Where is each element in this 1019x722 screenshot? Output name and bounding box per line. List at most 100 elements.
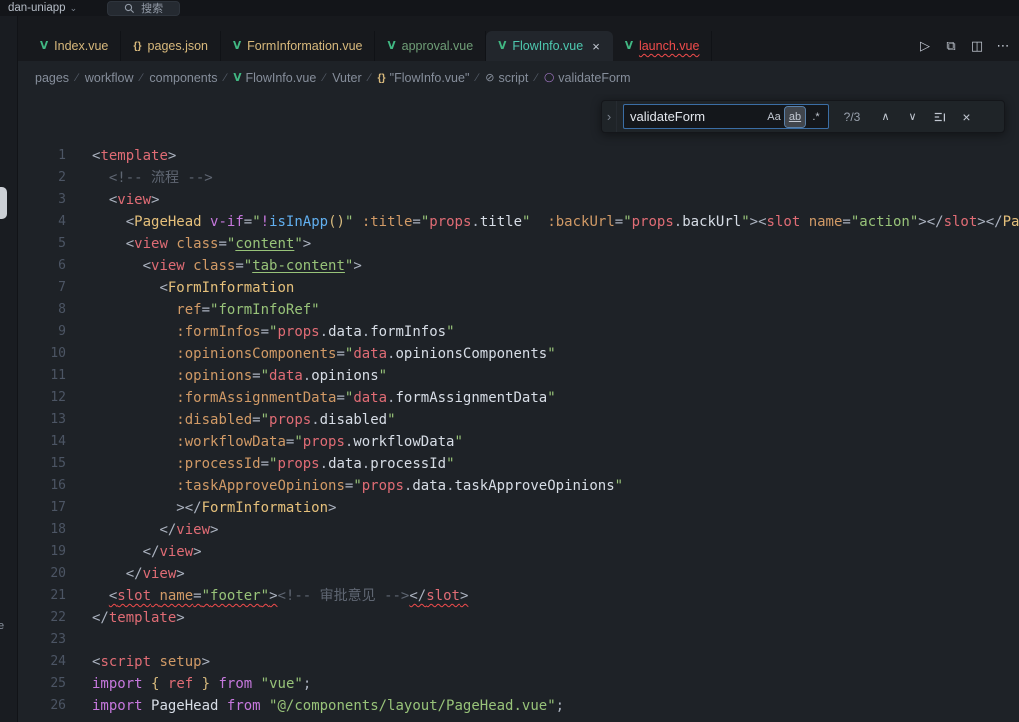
code-line[interactable]: 26import PageHead from "@/components/lay… [18, 695, 1019, 717]
find-close-button[interactable]: × [956, 106, 977, 127]
code-text[interactable]: </view> [66, 519, 218, 541]
code-text[interactable]: <FormInformation [66, 277, 294, 299]
line-number[interactable]: 19 [18, 541, 66, 563]
code-text[interactable]: ref="formInfoRef" [66, 299, 320, 321]
code-line[interactable]: 23 [18, 629, 1019, 651]
code-text[interactable]: :formAssignmentData="data.formAssignment… [66, 387, 556, 409]
code-text[interactable] [66, 629, 92, 651]
code-line[interactable]: 4 <PageHead v-if="!isInApp()" :title="pr… [18, 211, 1019, 233]
code-line[interactable]: 8 ref="formInfoRef" [18, 299, 1019, 321]
code-text[interactable]: <template> [66, 145, 176, 167]
code-text[interactable]: :disabled="props.disabled" [66, 409, 396, 431]
tab-flowinfo-vue[interactable]: VFlowInfo.vue× [486, 31, 613, 61]
line-number[interactable]: 1 [18, 145, 66, 167]
line-number[interactable]: 25 [18, 673, 66, 695]
line-number[interactable]: 17 [18, 497, 66, 519]
more-actions-button[interactable]: ⋯ [991, 38, 1015, 54]
line-number[interactable]: 23 [18, 629, 66, 651]
line-number[interactable]: 10 [18, 343, 66, 365]
breadcrumb-item[interactable]: components [149, 71, 217, 85]
code-text[interactable]: :opinions="data.opinions" [66, 365, 387, 387]
scroll-handle[interactable] [0, 187, 7, 219]
find-toggle-chevron[interactable]: › [602, 101, 617, 132]
line-number[interactable]: 26 [18, 695, 66, 717]
code-text[interactable]: import PageHead from "@/components/layou… [66, 695, 564, 717]
code-text[interactable]: <!-- 流程 --> [66, 167, 213, 189]
code-text[interactable]: </template> [66, 607, 185, 629]
run-button[interactable]: ▷ [913, 38, 937, 54]
line-number[interactable]: 4 [18, 211, 66, 233]
code-text[interactable]: </view> [66, 563, 185, 585]
code-text[interactable]: <view> [66, 189, 159, 211]
code-text[interactable]: <view class="content"> [66, 233, 311, 255]
line-number[interactable]: 21 [18, 585, 66, 607]
find-in-selection-button[interactable] [929, 106, 950, 127]
code-line[interactable]: 25import { ref } from "vue"; [18, 673, 1019, 695]
breadcrumb-item[interactable]: VFlowInfo.vue [233, 71, 316, 85]
line-number[interactable]: 11 [18, 365, 66, 387]
find-input[interactable] [630, 109, 763, 124]
find-next-button[interactable]: ∨ [902, 106, 923, 127]
code-line[interactable]: 15 :processId="props.data.processId" [18, 453, 1019, 475]
code-text[interactable]: ></FormInformation> [66, 497, 336, 519]
line-number[interactable]: 18 [18, 519, 66, 541]
code-line[interactable]: 18 </view> [18, 519, 1019, 541]
split-editor-button[interactable]: ◫ [965, 38, 989, 54]
code-line[interactable]: 12 :formAssignmentData="data.formAssignm… [18, 387, 1019, 409]
breadcrumb-item[interactable]: ⊘script [485, 71, 528, 85]
code-line[interactable]: 7 <FormInformation [18, 277, 1019, 299]
breadcrumb-item[interactable]: {}"FlowInfo.vue" [377, 71, 469, 85]
code-text[interactable]: :opinionsComponents="data.opinionsCompon… [66, 343, 556, 365]
code-line[interactable]: 2 <!-- 流程 --> [18, 167, 1019, 189]
code-text[interactable]: <PageHead v-if="!isInApp()" :title="prop… [66, 211, 1019, 233]
line-number[interactable]: 8 [18, 299, 66, 321]
code-text[interactable]: import { ref } from "vue"; [66, 673, 311, 695]
breadcrumb-item[interactable]: pages [35, 71, 69, 85]
line-number[interactable]: 3 [18, 189, 66, 211]
code-line[interactable]: 19 </view> [18, 541, 1019, 563]
code-text[interactable]: </view> [66, 541, 202, 563]
code-line[interactable]: 22</template> [18, 607, 1019, 629]
code-text[interactable]: :taskApproveOpinions="props.data.taskApp… [66, 475, 623, 497]
line-number[interactable]: 12 [18, 387, 66, 409]
find-previous-button[interactable]: ∧ [875, 106, 896, 127]
code-text[interactable]: :workflowData="props.workflowData" [66, 431, 463, 453]
line-number[interactable]: 20 [18, 563, 66, 585]
tab-forminformation-vue[interactable]: VFormInformation.vue [221, 31, 375, 61]
code-line[interactable]: 11 :opinions="data.opinions" [18, 365, 1019, 387]
code-text[interactable]: <script setup> [66, 651, 210, 673]
line-number[interactable]: 14 [18, 431, 66, 453]
tab-launch-vue[interactable]: Vlaunch.vue [613, 31, 713, 61]
code-text[interactable]: <view class="tab-content"> [66, 255, 362, 277]
breadcrumb-item[interactable]: workflow [85, 71, 134, 85]
tab-pages-json[interactable]: {}pages.json [121, 31, 221, 61]
line-number[interactable]: 22 [18, 607, 66, 629]
whole-word-button[interactable]: ab [785, 107, 805, 127]
line-number[interactable]: 13 [18, 409, 66, 431]
code-editor[interactable]: 1<template>2 <!-- 流程 -->3 <view>4 <PageH… [18, 94, 1019, 722]
code-text[interactable]: <slot name="footer"><!-- 审批意见 --></slot> [66, 585, 468, 607]
line-number[interactable]: 24 [18, 651, 66, 673]
line-number[interactable]: 15 [18, 453, 66, 475]
breadcrumb-item[interactable]: Vuter [332, 71, 361, 85]
regex-button[interactable]: .* [806, 107, 826, 127]
line-number[interactable]: 5 [18, 233, 66, 255]
code-line[interactable]: 14 :workflowData="props.workflowData" [18, 431, 1019, 453]
line-number[interactable]: 2 [18, 167, 66, 189]
code-line[interactable]: 20 </view> [18, 563, 1019, 585]
code-line[interactable]: 9 :formInfos="props.data.formInfos" [18, 321, 1019, 343]
breadcrumb-item[interactable]: ◯validateForm [544, 71, 630, 85]
code-line[interactable]: 10 :opinionsComponents="data.opinionsCom… [18, 343, 1019, 365]
run-debug-button[interactable]: ⧉ [939, 38, 963, 54]
code-line[interactable]: 3 <view> [18, 189, 1019, 211]
code-line[interactable]: 6 <view class="tab-content"> [18, 255, 1019, 277]
code-line[interactable]: 1<template> [18, 145, 1019, 167]
line-number[interactable]: 9 [18, 321, 66, 343]
workspace-name[interactable]: dan-uniapp [8, 2, 66, 14]
command-center-search[interactable]: 搜索 [107, 1, 180, 16]
match-case-button[interactable]: Aa [764, 107, 784, 127]
code-line[interactable]: 24<script setup> [18, 651, 1019, 673]
code-line[interactable]: 13 :disabled="props.disabled" [18, 409, 1019, 431]
code-text[interactable]: :formInfos="props.data.formInfos" [66, 321, 455, 343]
close-icon[interactable]: × [592, 39, 600, 54]
